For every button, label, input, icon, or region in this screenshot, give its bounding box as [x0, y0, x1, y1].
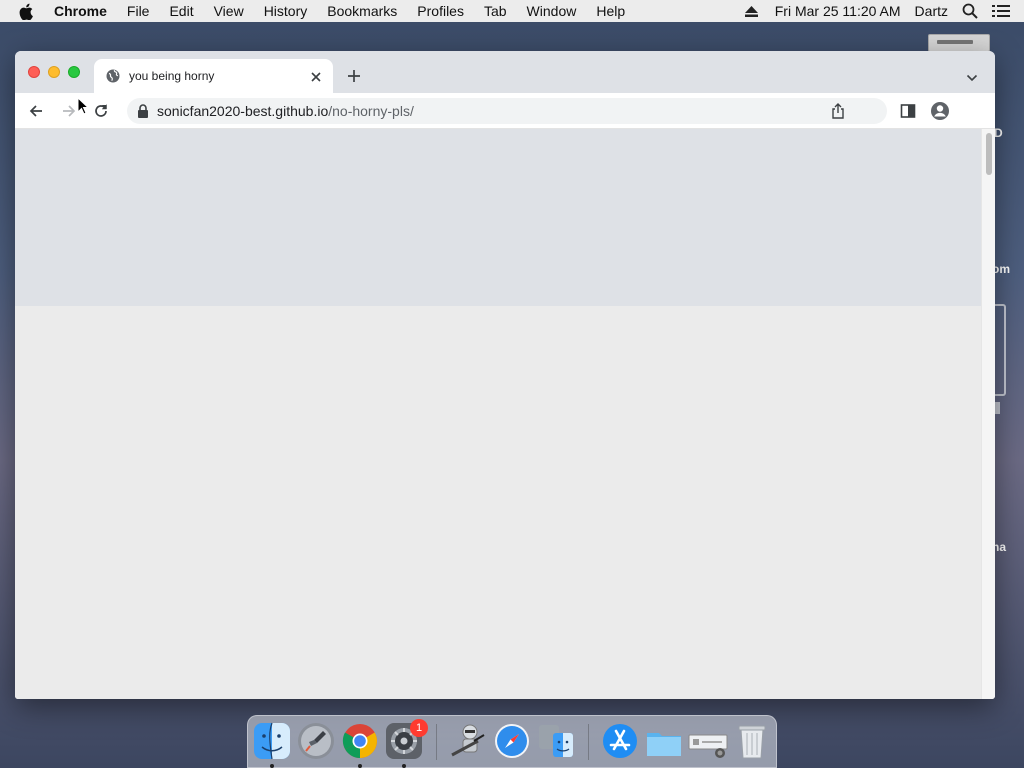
finder-icon[interactable]	[252, 721, 292, 761]
dock-separator	[436, 724, 437, 760]
profile-avatar-icon[interactable]	[930, 101, 950, 121]
new-tab-button[interactable]	[346, 68, 362, 84]
url-text[interactable]: sonicfan2020-best.github.io/no-horny-pls…	[157, 103, 414, 119]
menu-bar: Chrome File Edit View History Bookmarks …	[0, 0, 1024, 22]
folder-icon[interactable]	[644, 721, 684, 761]
menu-profiles[interactable]: Profiles	[417, 3, 464, 19]
browser-window: you being horny sonicfan2020-best.github…	[15, 51, 995, 699]
safari-icon[interactable]	[492, 721, 532, 761]
lock-icon[interactable]	[137, 104, 149, 118]
globe-icon	[106, 69, 120, 83]
url-path: /no-horny-pls/	[328, 103, 414, 119]
side-panel-icon[interactable]	[898, 101, 918, 121]
running-indicator	[402, 764, 406, 768]
close-tab-icon[interactable]	[310, 70, 322, 82]
menu-help[interactable]: Help	[596, 3, 625, 19]
notification-badge: 1	[410, 719, 428, 737]
url-host: sonicfan2020-best.github.io	[157, 103, 329, 119]
back-button[interactable]	[26, 101, 46, 121]
mouse-cursor-icon	[77, 96, 90, 115]
tab-title: you being horny	[129, 69, 215, 83]
running-indicator	[358, 764, 362, 768]
menu-window[interactable]: Window	[527, 3, 577, 19]
menu-bookmarks[interactable]: Bookmarks	[327, 3, 397, 19]
screenshot-icon[interactable]	[688, 721, 728, 761]
forward-button[interactable]	[59, 101, 79, 121]
tab-search-chevron-icon[interactable]	[966, 70, 978, 82]
desktop-icon-label: D	[994, 126, 1003, 140]
scrollbar-thumb[interactable]	[986, 133, 992, 175]
apple-menu-icon[interactable]	[19, 0, 37, 22]
chrome-icon[interactable]	[340, 721, 380, 761]
page-content[interactable]	[15, 129, 981, 699]
reload-button[interactable]	[91, 101, 111, 121]
address-bar[interactable]: sonicfan2020-best.github.io/no-horny-pls…	[127, 98, 887, 124]
browser-toolbar: sonicfan2020-best.github.io/no-horny-pls…	[15, 93, 995, 129]
control-center-icon[interactable]	[992, 4, 1010, 18]
eject-icon[interactable]	[744, 0, 759, 22]
app-store-icon[interactable]	[600, 721, 640, 761]
dock-separator	[588, 724, 589, 760]
dock: 1	[247, 715, 777, 768]
window-zoom-button[interactable]	[68, 66, 80, 78]
menu-edit[interactable]: Edit	[169, 3, 193, 19]
desktop-widget-edge	[994, 304, 1006, 396]
menu-file[interactable]: File	[127, 3, 150, 19]
spotlight-search-icon[interactable]	[962, 3, 978, 19]
desktop-drive-icon[interactable]	[928, 34, 990, 52]
page-header-band	[15, 129, 981, 306]
running-indicator	[270, 764, 274, 768]
menubar-user[interactable]: Dartz	[915, 3, 948, 19]
tab-strip: you being horny	[15, 51, 995, 93]
trash-icon[interactable]	[732, 721, 772, 761]
launchpad-icon[interactable]	[296, 721, 336, 761]
automator-icon[interactable]	[448, 721, 488, 761]
migration-assistant-icon[interactable]	[536, 721, 576, 761]
tab-active[interactable]: you being horny	[94, 59, 333, 93]
menubar-clock[interactable]: Fri Mar 25 11:20 AM	[775, 3, 901, 19]
window-close-button[interactable]	[28, 66, 40, 78]
share-icon[interactable]	[831, 103, 845, 119]
app-name-menu[interactable]: Chrome	[54, 3, 107, 19]
window-minimize-button[interactable]	[48, 66, 60, 78]
menu-tab[interactable]: Tab	[484, 3, 507, 19]
menu-view[interactable]: View	[214, 3, 244, 19]
vertical-scrollbar[interactable]	[981, 129, 995, 699]
menu-history[interactable]: History	[264, 3, 308, 19]
